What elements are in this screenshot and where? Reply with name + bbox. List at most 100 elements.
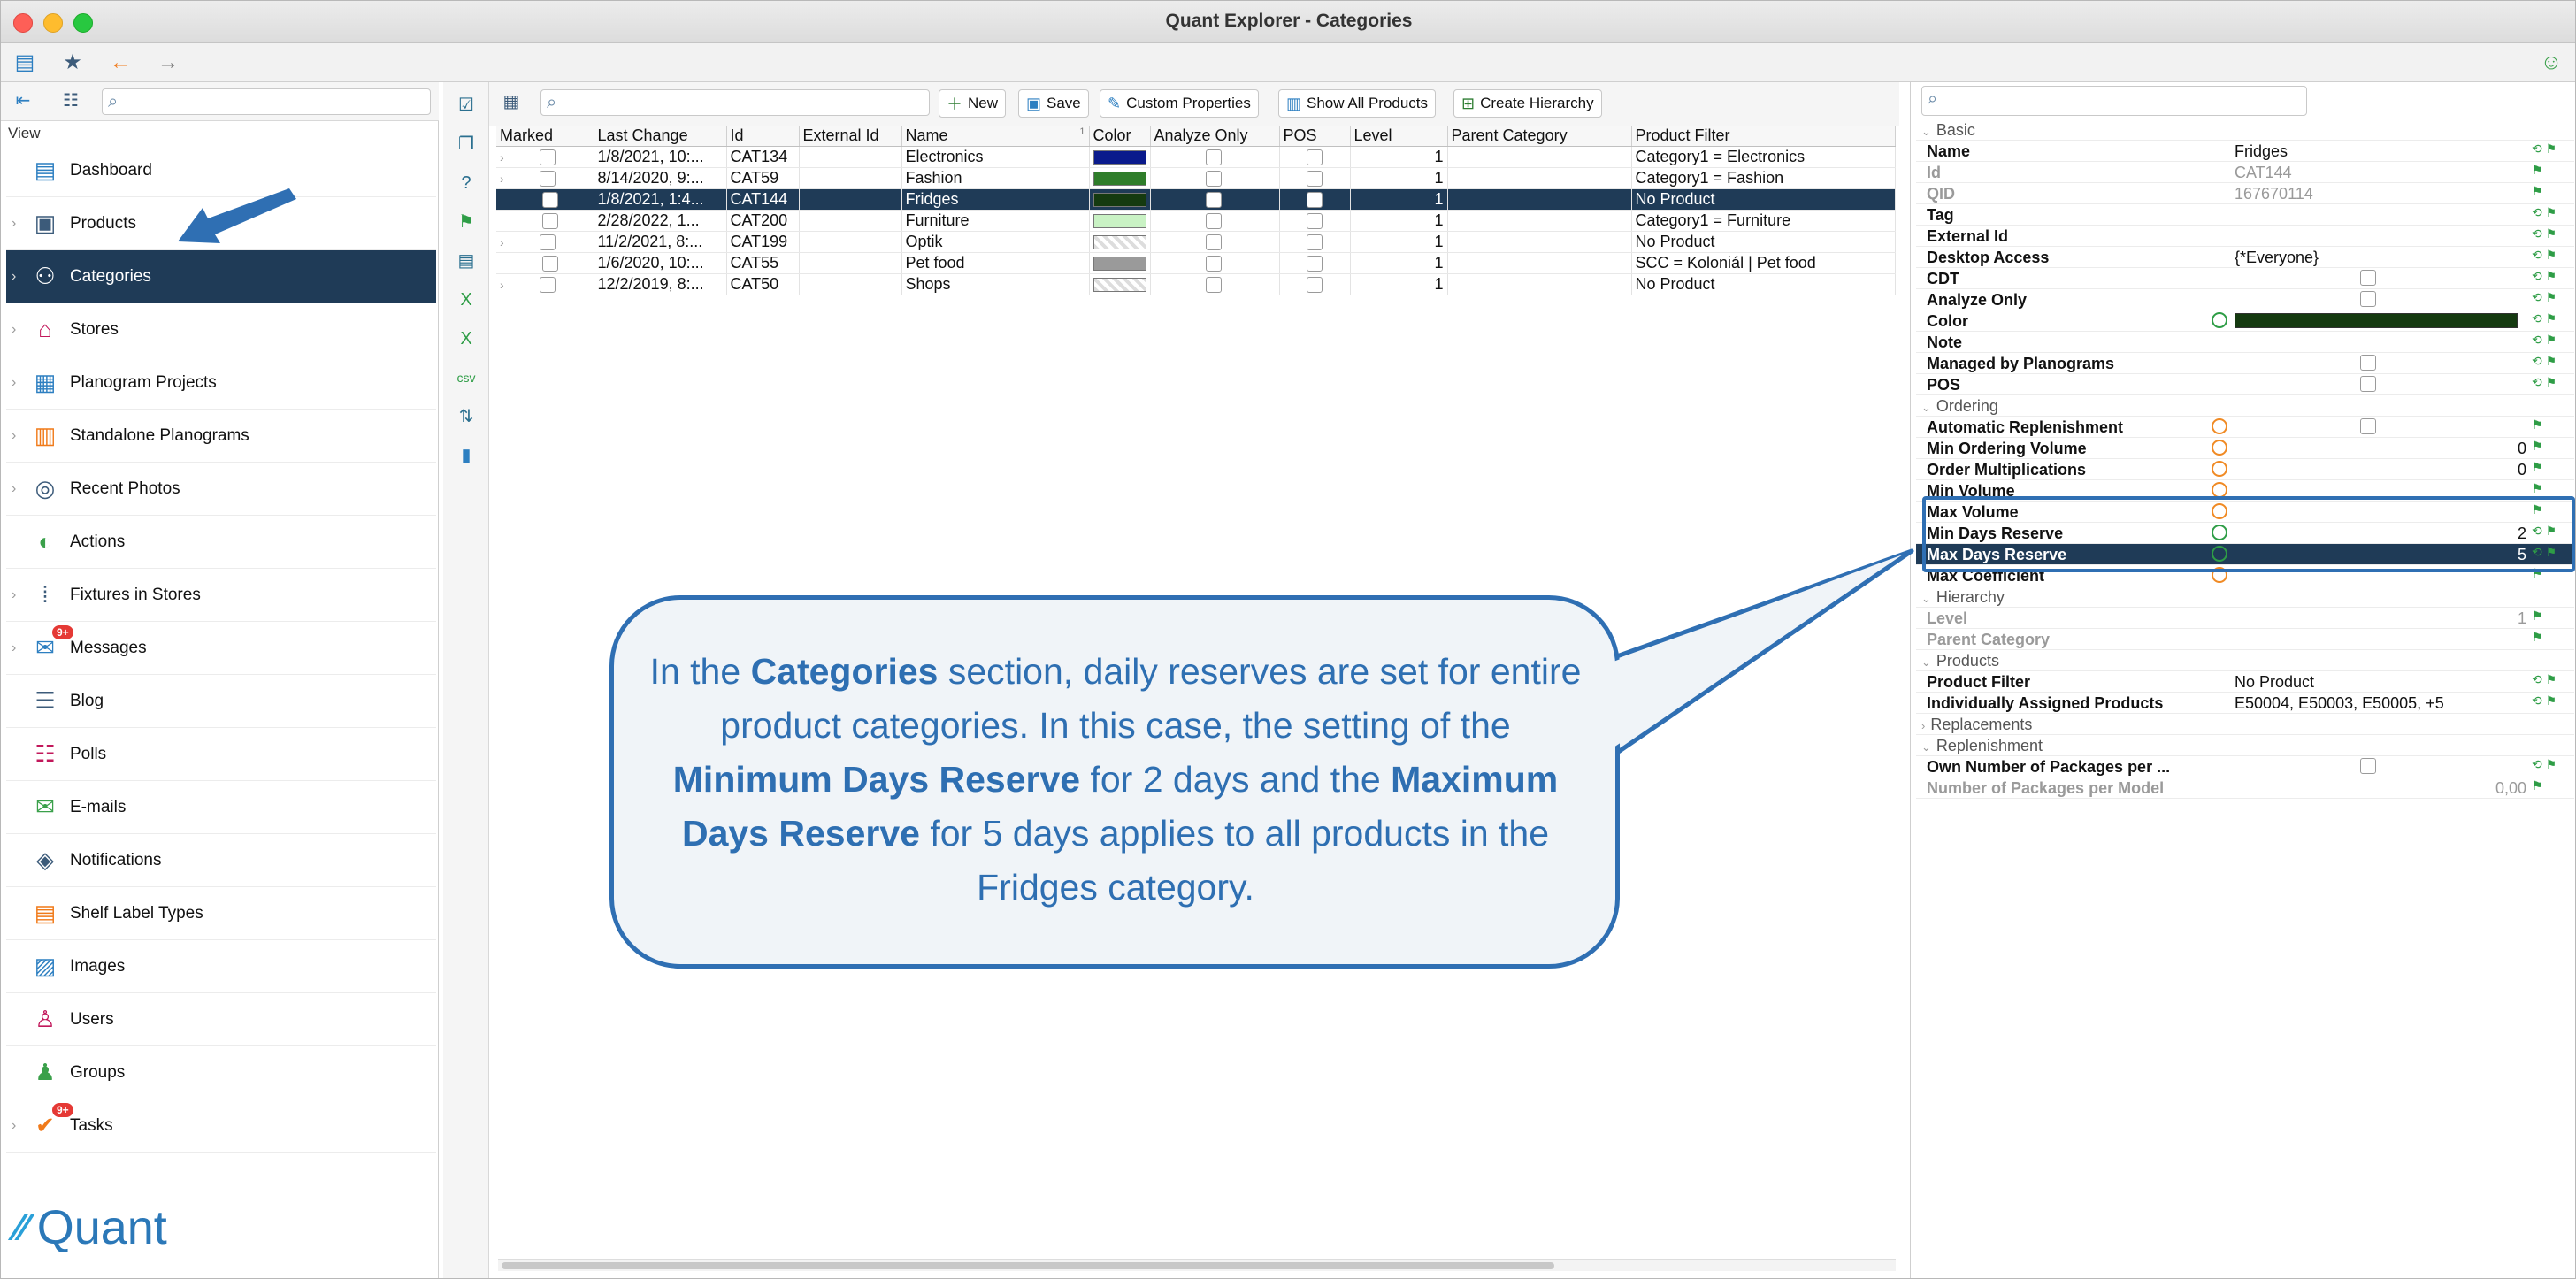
cell-external-id[interactable] [799, 146, 902, 168]
property-desktop-access[interactable]: Desktop Access {*Everyone} ⟲ ⚑ [1916, 247, 2574, 268]
property-actions-icon[interactable]: ⟲ ⚑ [2532, 269, 2557, 284]
cell-marked[interactable]: › [496, 146, 594, 168]
property-own-packages[interactable]: Own Number of Packages per ... ⟲ ⚑ [1916, 756, 2574, 777]
cell-id[interactable]: CAT199 [726, 231, 800, 253]
cell-product-filter[interactable]: SCC = Koloniál | Pet food [1631, 252, 1896, 274]
property-actions-icon[interactable]: ⟲ ⚑ [2532, 290, 2557, 305]
cell-parent-category[interactable] [1447, 273, 1632, 295]
col-parent-category[interactable]: Parent Category [1447, 126, 1632, 147]
chevron-right-icon[interactable]: › [12, 587, 16, 603]
chevron-down-icon[interactable]: ⌄ [1921, 125, 1931, 138]
show-all-products-button[interactable]: ▥ Show All Products [1278, 89, 1437, 118]
cell-external-id[interactable] [799, 167, 902, 189]
marked-checkbox[interactable] [539, 234, 556, 250]
cell-level[interactable]: 1 [1350, 167, 1448, 189]
property-actions-icon[interactable]: ⟲ ⚑ [2532, 375, 2557, 390]
forward-arrow-icon[interactable]: → [155, 50, 181, 75]
analyze-only-checkbox[interactable] [1205, 212, 1222, 229]
cell-level[interactable]: 1 [1350, 210, 1448, 232]
properties-search-input[interactable]: ⌕ [1921, 86, 2307, 116]
section-products[interactable]: ⌄ Products [1916, 650, 2574, 671]
property-cdt[interactable]: CDT ⟲ ⚑ [1916, 268, 2574, 289]
table-row[interactable]: › 8/14/2020, 9:... CAT59 Fashion 1 Category1 … [496, 167, 1896, 189]
property-checkbox[interactable] [2360, 355, 2376, 371]
cell-color[interactable] [1089, 146, 1151, 168]
cell-analyze-only[interactable] [1150, 210, 1280, 232]
chevron-down-icon[interactable]: ⌄ [1921, 740, 1931, 754]
chevron-right-icon[interactable]: › [12, 428, 16, 444]
cell-product-filter[interactable]: No Product [1631, 188, 1896, 211]
property-checkbox[interactable] [2360, 376, 2376, 392]
cell-analyze-only[interactable] [1150, 167, 1280, 189]
property-actions-icon[interactable]: ⟲ ⚑ [2532, 672, 2557, 687]
property-actions-icon[interactable]: ⟲ ⚑ [2532, 142, 2557, 157]
pos-checkbox[interactable] [1306, 170, 1322, 187]
analyze-only-checkbox[interactable] [1205, 276, 1222, 293]
chevron-right-icon[interactable]: › [12, 216, 16, 232]
property-value[interactable]: 1 [2235, 609, 2526, 628]
col-product-filter[interactable]: Product Filter [1631, 126, 1896, 147]
property-value[interactable]: E50004, E50003, E50005, +5 [2235, 694, 2526, 713]
property-actions-icon[interactable]: ⚑ [2532, 184, 2543, 199]
section-replenishment[interactable]: ⌄ Replenishment [1916, 735, 2574, 756]
marked-checkbox[interactable] [542, 212, 558, 229]
cell-pos[interactable] [1279, 231, 1351, 253]
property-actions-icon[interactable]: ⚑ [2532, 481, 2543, 496]
cell-level[interactable]: 1 [1350, 188, 1448, 211]
cell-id[interactable]: CAT200 [726, 210, 800, 232]
col-last-change[interactable]: Last Change [594, 126, 727, 147]
cell-parent-category[interactable] [1447, 146, 1632, 168]
property-parent[interactable]: Parent Category ⚑ [1916, 629, 2574, 650]
property-actions-icon[interactable]: ⟲ ⚑ [2532, 311, 2557, 326]
cell-name[interactable]: Fridges [901, 188, 1090, 211]
sidebar-item-tasks[interactable]: › ✔ 9+ Tasks [6, 1099, 436, 1153]
col-color[interactable]: Color [1089, 126, 1151, 147]
check-all-icon[interactable]: ☑ [452, 91, 480, 119]
section-ordering[interactable]: ⌄ Ordering [1916, 395, 2574, 417]
chevron-right-icon[interactable]: › [500, 278, 504, 292]
property-external-id[interactable]: External Id ⟲ ⚑ [1916, 226, 2574, 247]
sidebar-item-messages[interactable]: › ✉ 9+ Messages [6, 622, 436, 675]
smiley-icon[interactable]: ☺ [2538, 50, 2564, 75]
cell-last-change[interactable]: 1/8/2021, 1:4... [594, 188, 727, 211]
property-level[interactable]: Level 1 ⚑ [1916, 608, 2574, 629]
property-assigned[interactable]: Individually Assigned Products E50004, E5… [1916, 693, 2574, 714]
cell-name[interactable]: Furniture [901, 210, 1090, 232]
cell-parent-category[interactable] [1447, 252, 1632, 274]
property-value[interactable]: {*Everyone} [2235, 249, 2526, 267]
sidebar-item-shelf-label-types[interactable]: ▤ Shelf Label Types [6, 887, 436, 940]
property-value[interactable]: 0,00 [2235, 779, 2526, 798]
sidebar-item-actions[interactable]: ◐ Actions [6, 516, 436, 569]
sidebar-toggle-icon[interactable]: ▤ [12, 50, 38, 75]
cell-pos[interactable] [1279, 167, 1351, 189]
cell-marked[interactable] [496, 252, 594, 274]
analyze-only-checkbox[interactable] [1205, 234, 1222, 250]
horizontal-scrollbar[interactable] [498, 1259, 1896, 1271]
cell-product-filter[interactable]: No Product [1631, 231, 1896, 253]
back-arrow-icon[interactable]: ← [107, 50, 134, 75]
table-row[interactable]: 2/28/2022, 1... CAT200 Furniture 1 Category1… [496, 210, 1896, 232]
property-name[interactable]: Name Fridges ⟲ ⚑ [1916, 141, 2574, 162]
import-excel-icon[interactable]: X [452, 325, 480, 353]
cell-analyze-only[interactable] [1150, 273, 1280, 295]
property-actions-icon[interactable]: ⟲ ⚑ [2532, 205, 2557, 220]
cell-color[interactable] [1089, 188, 1151, 211]
cell-last-change[interactable]: 8/14/2020, 9:... [594, 167, 727, 189]
cell-color[interactable] [1089, 231, 1151, 253]
marked-checkbox[interactable] [539, 149, 556, 165]
property-checkbox[interactable] [2360, 270, 2376, 286]
cell-level[interactable]: 1 [1350, 252, 1448, 274]
cell-product-filter[interactable]: Category1 = Electronics [1631, 146, 1896, 168]
cell-id[interactable]: CAT59 [726, 167, 800, 189]
sort-icon[interactable]: ⇅ [452, 402, 480, 431]
cell-product-filter[interactable]: Category1 = Furniture [1631, 210, 1896, 232]
pos-checkbox[interactable] [1306, 276, 1322, 293]
property-actions-icon[interactable]: ⟲ ⚑ [2532, 693, 2557, 708]
table-row[interactable]: 1/6/2020, 10:... CAT55 Pet food 1 SCC = Kolo… [496, 252, 1896, 274]
property-checkbox[interactable] [2360, 291, 2376, 307]
chevron-right-icon[interactable]: › [12, 375, 16, 391]
cell-level[interactable]: 1 [1350, 273, 1448, 295]
section-basic[interactable]: ⌄ Basic [1916, 119, 2574, 141]
sidebar-item-stores[interactable]: › ⌂ Stores [6, 303, 436, 356]
property-color[interactable]: Color ⟲ ⚑ [1916, 310, 2574, 332]
